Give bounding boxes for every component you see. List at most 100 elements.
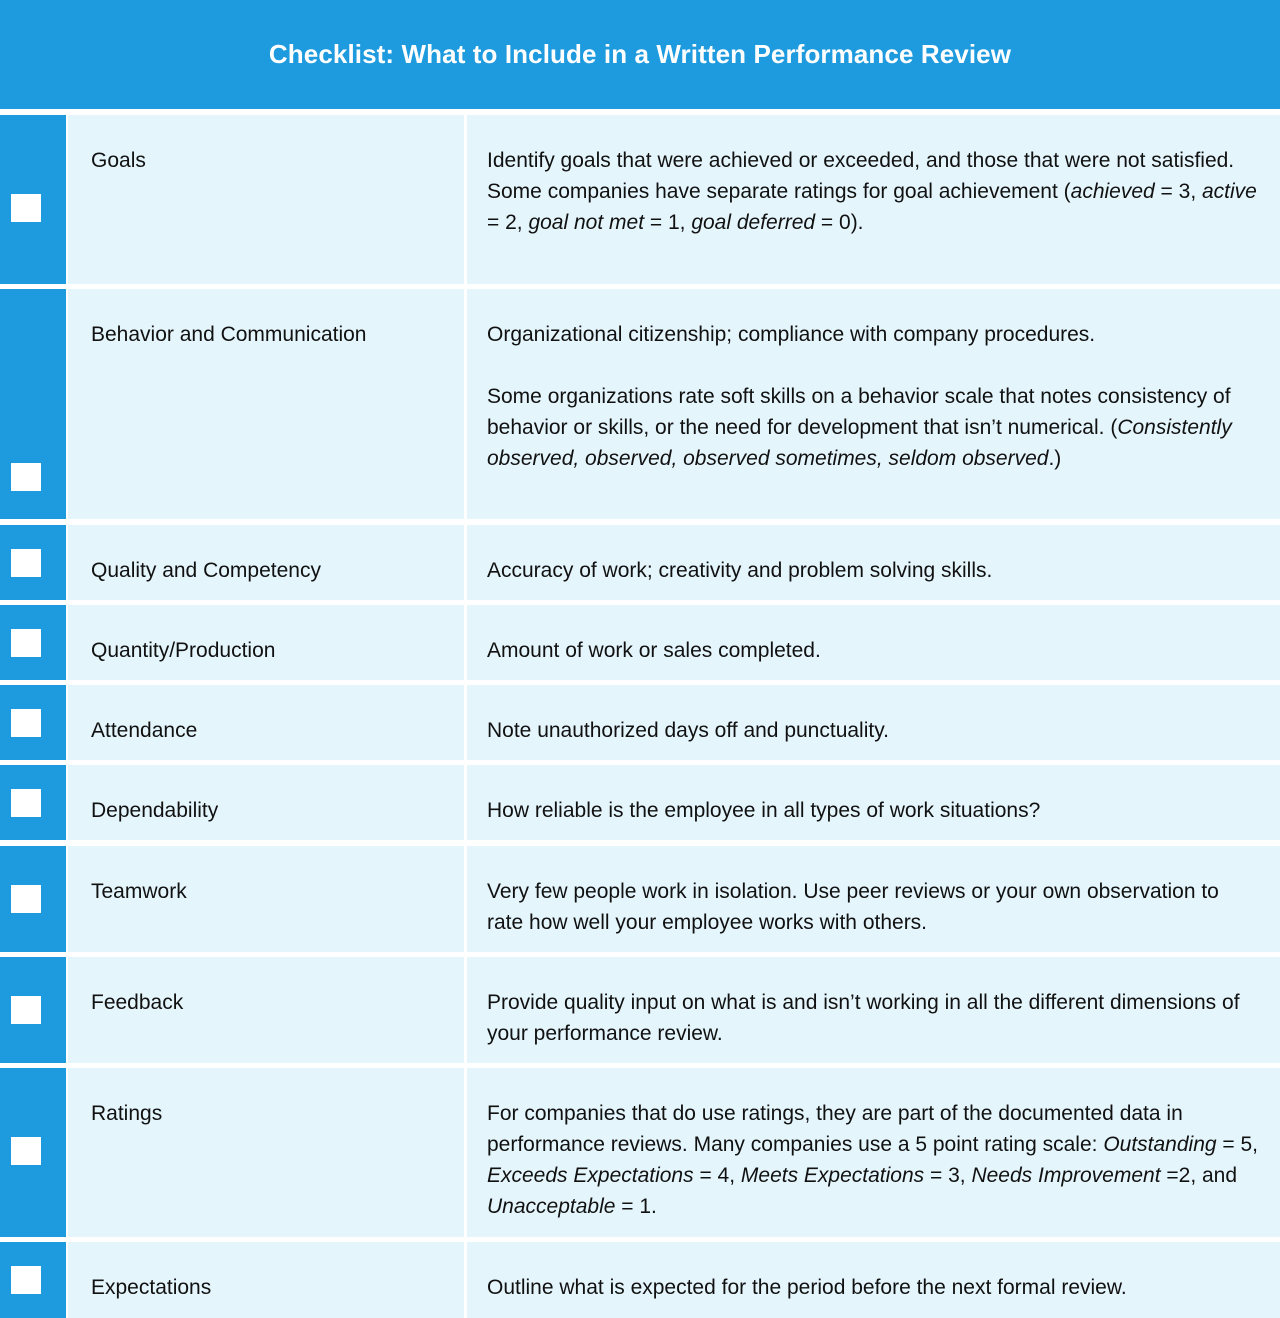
italic-term: Meets Expectations [740, 1164, 925, 1187]
checkbox-column [0, 685, 66, 760]
description-paragraph: Some organizations rate soft skills on a… [487, 381, 1260, 474]
checkbox[interactable] [11, 194, 41, 222]
checkbox-column [0, 1242, 66, 1318]
checklist-row: Ratings For companies that do use ratings… [0, 1068, 1280, 1237]
text-segment: Provide quality input on what is and isn… [487, 991, 1240, 1045]
text-segment: = 1. [615, 1195, 657, 1218]
text-segment: Identify goals that were achieved or exc… [487, 149, 1235, 172]
checkbox-column [0, 115, 66, 284]
checkbox-column [0, 957, 66, 1063]
item-description-cell: Accuracy of work; creativity and problem… [467, 525, 1280, 600]
item-description-cell: Outline what is expected for the period … [467, 1242, 1280, 1318]
description-paragraph: Accuracy of work; creativity and problem… [487, 555, 1260, 586]
text-segment: For companies that do use ratings, they … [487, 1102, 1183, 1156]
checklist-row: Dependability How reliable is the employe… [0, 765, 1280, 840]
checklist-row: Attendance Note unauthorized days off and… [0, 685, 1280, 760]
item-description: For companies that do use ratings, they … [487, 1098, 1260, 1222]
item-label-cell: Quantity/Production [68, 605, 464, 680]
item-description: Amount of work or sales completed. [487, 635, 1260, 666]
text-segment: Note unauthorized days off and punctuali… [487, 719, 889, 742]
text-segment: = 2, [487, 211, 529, 234]
checklist-row: Expectations Outline what is expected for… [0, 1242, 1280, 1318]
text-segment: Very few people work in isolation. Use p… [487, 880, 1219, 934]
checklist-row: Quantity/Production Amount of work or sal… [0, 605, 1280, 680]
description-paragraph: Organizational citizenship; compliance w… [487, 319, 1260, 350]
checklist-row: Feedback Provide quality input on what is… [0, 957, 1280, 1063]
checkbox[interactable] [11, 549, 41, 577]
checkbox[interactable] [11, 996, 41, 1024]
description-paragraph: How reliable is the employee in all type… [487, 795, 1260, 826]
checkbox-column [0, 1068, 66, 1237]
item-description: How reliable is the employee in all type… [487, 795, 1260, 826]
italic-term: goal not met [528, 211, 645, 234]
italic-term: Needs Improvement [971, 1164, 1161, 1187]
item-label: Goals [91, 149, 146, 172]
description-paragraph: For companies that do use ratings, they … [487, 1098, 1260, 1222]
italic-term: Unacceptable [487, 1195, 616, 1218]
text-segment: =2, and [1160, 1164, 1238, 1187]
item-description-cell: Amount of work or sales completed. [467, 605, 1280, 680]
checkbox[interactable] [11, 789, 41, 817]
description-paragraph: Very few people work in isolation. Use p… [487, 876, 1260, 938]
item-description-cell: Very few people work in isolation. Use p… [467, 846, 1280, 952]
item-label-cell: Quality and Competency [68, 525, 464, 600]
item-label-cell: Expectations [68, 1242, 464, 1318]
item-description: Identify goals that were achieved or exc… [487, 145, 1260, 238]
text-segment: Organizational citizenship; compliance w… [487, 323, 1096, 346]
checklist-row: Behavior and Communication Organizational… [0, 289, 1280, 519]
text-segment: Some companies have separate ratings for… [487, 180, 1071, 203]
checklist-row: Teamwork Very few people work in isolatio… [0, 846, 1280, 952]
checkbox-column [0, 605, 66, 680]
item-description: Very few people work in isolation. Use p… [487, 876, 1260, 938]
description-paragraph: Note unauthorized days off and punctuali… [487, 715, 1260, 746]
item-label: Attendance [91, 719, 198, 742]
text-segment: How reliable is the employee in all type… [487, 799, 1041, 822]
checkbox[interactable] [11, 1266, 41, 1294]
text-segment: Outline what is expected for the period … [487, 1276, 1127, 1299]
item-description: Note unauthorized days off and punctuali… [487, 715, 1260, 746]
checkbox[interactable] [11, 463, 41, 491]
item-description-cell: How reliable is the employee in all type… [467, 765, 1280, 840]
italic-term: Outstanding [1103, 1133, 1217, 1156]
checklist-row: Goals Identify goals that were achieved o… [0, 115, 1280, 284]
item-description: Organizational citizenship; compliance w… [487, 319, 1260, 474]
checkbox[interactable] [11, 1137, 41, 1165]
item-label: Dependability [91, 799, 219, 822]
item-label: Behavior and Communication [91, 323, 367, 346]
checklist-header: Checklist: What to Include in a Written … [0, 0, 1280, 109]
item-label-cell: Goals [68, 115, 464, 284]
text-segment: = 0). [815, 211, 864, 234]
text-segment: .) [1048, 447, 1062, 470]
checkbox[interactable] [11, 709, 41, 737]
item-label: Quantity/Production [91, 639, 276, 662]
item-label-cell: Behavior and Communication [68, 289, 464, 519]
item-description-cell: Provide quality input on what is and isn… [467, 957, 1280, 1063]
checklist-row: Quality and Competency Accuracy of work; … [0, 525, 1280, 600]
checkbox[interactable] [11, 629, 41, 657]
item-label: Teamwork [91, 880, 187, 903]
description-paragraph: Provide quality input on what is and isn… [487, 987, 1260, 1049]
italic-term: active [1202, 180, 1257, 203]
text-segment: Accuracy of work; creativity and problem… [487, 559, 993, 582]
italic-term: goal deferred [691, 211, 816, 234]
checkbox-column [0, 525, 66, 600]
description-paragraph: Amount of work or sales completed. [487, 635, 1260, 666]
item-label: Expectations [91, 1276, 212, 1299]
text-segment: = 5, [1216, 1133, 1259, 1156]
item-description: Provide quality input on what is and isn… [487, 987, 1260, 1049]
item-label: Quality and Competency [91, 559, 321, 582]
item-label: Feedback [91, 991, 184, 1014]
checkbox-column [0, 846, 66, 952]
item-description-cell: Note unauthorized days off and punctuali… [467, 685, 1280, 760]
page-title: Checklist: What to Include in a Written … [268, 39, 1012, 69]
checkbox-column [0, 289, 66, 519]
checkbox[interactable] [11, 885, 41, 913]
item-description-cell: For companies that do use ratings, they … [467, 1068, 1280, 1237]
italic-term: achieved [1070, 180, 1155, 203]
text-segment: = 4, [693, 1164, 741, 1187]
item-label-cell: Dependability [68, 765, 464, 840]
description-paragraph: Some companies have separate ratings for… [487, 176, 1260, 238]
item-description: Outline what is expected for the period … [487, 1272, 1260, 1303]
item-label-cell: Teamwork [68, 846, 464, 952]
italic-term: Exceeds Expectations [487, 1164, 694, 1187]
